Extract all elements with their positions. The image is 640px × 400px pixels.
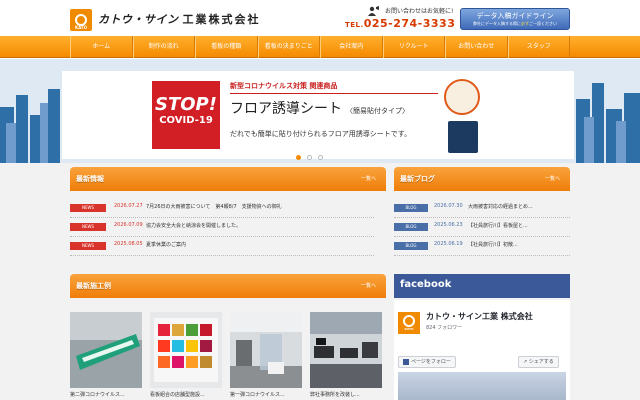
facebook-follow-button[interactable]: ページをフォロー [398, 356, 456, 368]
hero-description: だれでも簡単に貼り付けられるフロア用誘導シートです。 [230, 130, 412, 138]
nav-item-flow[interactable]: 制作の流れ [132, 36, 195, 58]
blog-badge: BLOG [394, 204, 428, 212]
blog-badge: BLOG [394, 223, 428, 231]
nav-item-sign-types[interactable]: 看板の種類 [195, 36, 258, 58]
hero-banner[interactable]: STOP! COVID-19 新型コロナウイルス対策 関連商品 フロア誘導シート… [62, 71, 574, 159]
blog-item[interactable]: BLOG 2025.06.19 【社員旅行川】初散... [394, 238, 570, 256]
company-logo-icon[interactable]: KATO [70, 9, 92, 31]
site-header: KATO カトウ・サイン 工業株式会社 お問い合わせはお気軽に! TEL.025-… [0, 0, 640, 36]
blog-item[interactable]: BLOG 2025.06.23 【社員旅行川】看板屋と... [394, 219, 570, 237]
news-item[interactable]: NEWS 2026.07.09 協力会安全大会と納涼会を開催しました。 [70, 219, 374, 237]
nav-item-recruit[interactable]: リクルート [382, 36, 445, 58]
floor-sheet-product-image [442, 79, 482, 153]
news-date: 2025.08.05 [114, 241, 143, 247]
work-item-thumbnail[interactable] [150, 312, 222, 388]
logo-small-text: KATO [74, 25, 87, 30]
tel-number: 025-274-3333 [363, 17, 456, 30]
covid-label: COVID-19 [159, 115, 213, 126]
work-item-thumbnail[interactable] [310, 312, 382, 388]
office-renovation-photo [310, 312, 382, 388]
hero-headline: フロア誘導シート 〈簡易貼付タイプ〉 [230, 101, 409, 117]
contact-person-icon [368, 6, 379, 16]
work-item-thumbnail[interactable] [230, 312, 302, 388]
news-date: 2026.07.27 [114, 203, 143, 209]
company-logo-text[interactable]: カトウ・サイン 工業株式会社 [98, 11, 261, 27]
facebook-header: facebook [394, 274, 570, 298]
blog-date: 2025.06.19 [434, 241, 463, 247]
work-item-caption[interactable]: 第二弾コロナウイルス... [70, 391, 125, 398]
blog-badge: BLOG [394, 242, 428, 250]
works-section-header: 最新施工例 一覧へ [70, 274, 386, 298]
facebook-followers: 824 フォロワー [426, 325, 463, 331]
slider-dot[interactable] [318, 155, 323, 160]
facebook-logo-text: facebook [400, 279, 452, 290]
work-item-caption[interactable]: 看板組合の店舗型施設... [150, 391, 205, 398]
news-badge: NEWS [70, 204, 106, 212]
news-date: 2026.07.09 [114, 222, 143, 228]
guide-button-note: 弊社にデータ入稿する際に必ずご一読ください [473, 21, 557, 26]
news-more-link[interactable]: 一覧へ [361, 175, 376, 182]
hero-headline-sub: 〈簡易貼付タイプ〉 [346, 107, 409, 115]
news-title[interactable]: 7月26日の大雨被害について 第4報8/7 支援物資への御礼 [146, 203, 282, 210]
blog-title[interactable]: 【社員旅行川】初散... [468, 241, 570, 248]
office-partition-photo [230, 312, 302, 388]
slider-dot[interactable] [307, 155, 312, 160]
contact-label: お問い合わせはお気軽に! [385, 8, 454, 15]
works-more-link[interactable]: 一覧へ [361, 282, 376, 289]
facebook-cover-photo[interactable] [398, 372, 566, 400]
news-badge: NEWS [70, 242, 106, 250]
work-item-caption[interactable]: 第一弾コロナウイルス... [230, 391, 285, 398]
facebook-share-button[interactable]: ↗ シェアする [518, 356, 559, 368]
blog-date: 2025.06.23 [434, 222, 463, 228]
work-item-thumbnail[interactable] [70, 312, 142, 388]
logo-suffix: 工業株式会社 [182, 13, 261, 26]
blog-section-title: 最新ブログ [400, 175, 435, 183]
facebook-widget: KATO カトウ・サイン工業 株式会社 824 フォロワー ページをフォロー ↗… [394, 300, 570, 400]
phone-number[interactable]: TEL.025-274-3333 [345, 17, 455, 30]
news-item[interactable]: NEWS 2025.08.05 夏季休業のご案内 [70, 238, 374, 256]
hero-divider [230, 93, 438, 94]
blog-date: 2026.07.30 [434, 203, 463, 209]
blog-section-header: 最新ブログ 一覧へ [394, 167, 570, 191]
nav-item-staff[interactable]: スタッフ [507, 36, 570, 58]
floor-sticker-photo [70, 312, 142, 388]
stop-covid-graphic: STOP! COVID-19 [152, 81, 220, 149]
facebook-page-name[interactable]: カトウ・サイン工業 株式会社 [426, 311, 533, 322]
tel-prefix: TEL. [345, 21, 364, 29]
hero-kicker: 新型コロナウイルス対策 関連商品 [230, 82, 338, 90]
slider-dots [296, 155, 323, 160]
news-badge: NEWS [70, 223, 106, 231]
main-nav: ホーム 制作の流れ 看板の種類 看板の決まりごと 会社案内 リクルート お問い合… [0, 36, 640, 58]
share-icon: ↗ [523, 359, 528, 365]
news-title[interactable]: 夏季休業のご案内 [146, 241, 186, 248]
nav-item-contact[interactable]: お問い合わせ [445, 36, 508, 58]
work-item-caption[interactable]: 弊社事務所を改装し... [310, 391, 360, 398]
slider-dot[interactable] [296, 155, 301, 160]
facebook-page-avatar[interactable]: KATO [398, 312, 420, 334]
news-title[interactable]: 協力会安全大会と納涼会を開催しました。 [146, 222, 241, 229]
blog-more-link[interactable]: 一覧へ [545, 175, 560, 182]
nav-item-company[interactable]: 会社案内 [320, 36, 383, 58]
works-section-title: 最新施工例 [76, 282, 111, 290]
data-guideline-button[interactable]: データ入稿ガイドライン 弊社にデータ入稿する際に必ずご一読ください [460, 8, 570, 30]
nav-item-sign-rules[interactable]: 看板の決まりごと [257, 36, 320, 58]
sdgs-panel-photo [150, 312, 222, 388]
blog-title[interactable]: 大雨被害対応の経過まとめ... [468, 203, 570, 210]
logo-name: カトウ・サイン [98, 13, 179, 26]
nav-item-home[interactable]: ホーム [70, 36, 133, 58]
news-section-title: 最新情報 [76, 175, 104, 183]
stop-label: STOP! [155, 94, 217, 115]
blog-item[interactable]: BLOG 2026.07.30 大雨被害対応の経過まとめ... [394, 200, 570, 218]
news-item[interactable]: NEWS 2026.07.27 7月26日の大雨被害について 第4報8/7 支援… [70, 200, 374, 218]
news-section-header: 最新情報 一覧へ [70, 167, 386, 191]
facebook-f-icon [403, 358, 409, 365]
blog-title[interactable]: 【社員旅行川】看板屋と... [468, 222, 570, 229]
guide-button-label: データ入稿ガイドライン [476, 12, 554, 20]
hero-slider[interactable]: STOP! COVID-19 新型コロナウイルス対策 関連商品 フロア誘導シート… [0, 59, 640, 163]
